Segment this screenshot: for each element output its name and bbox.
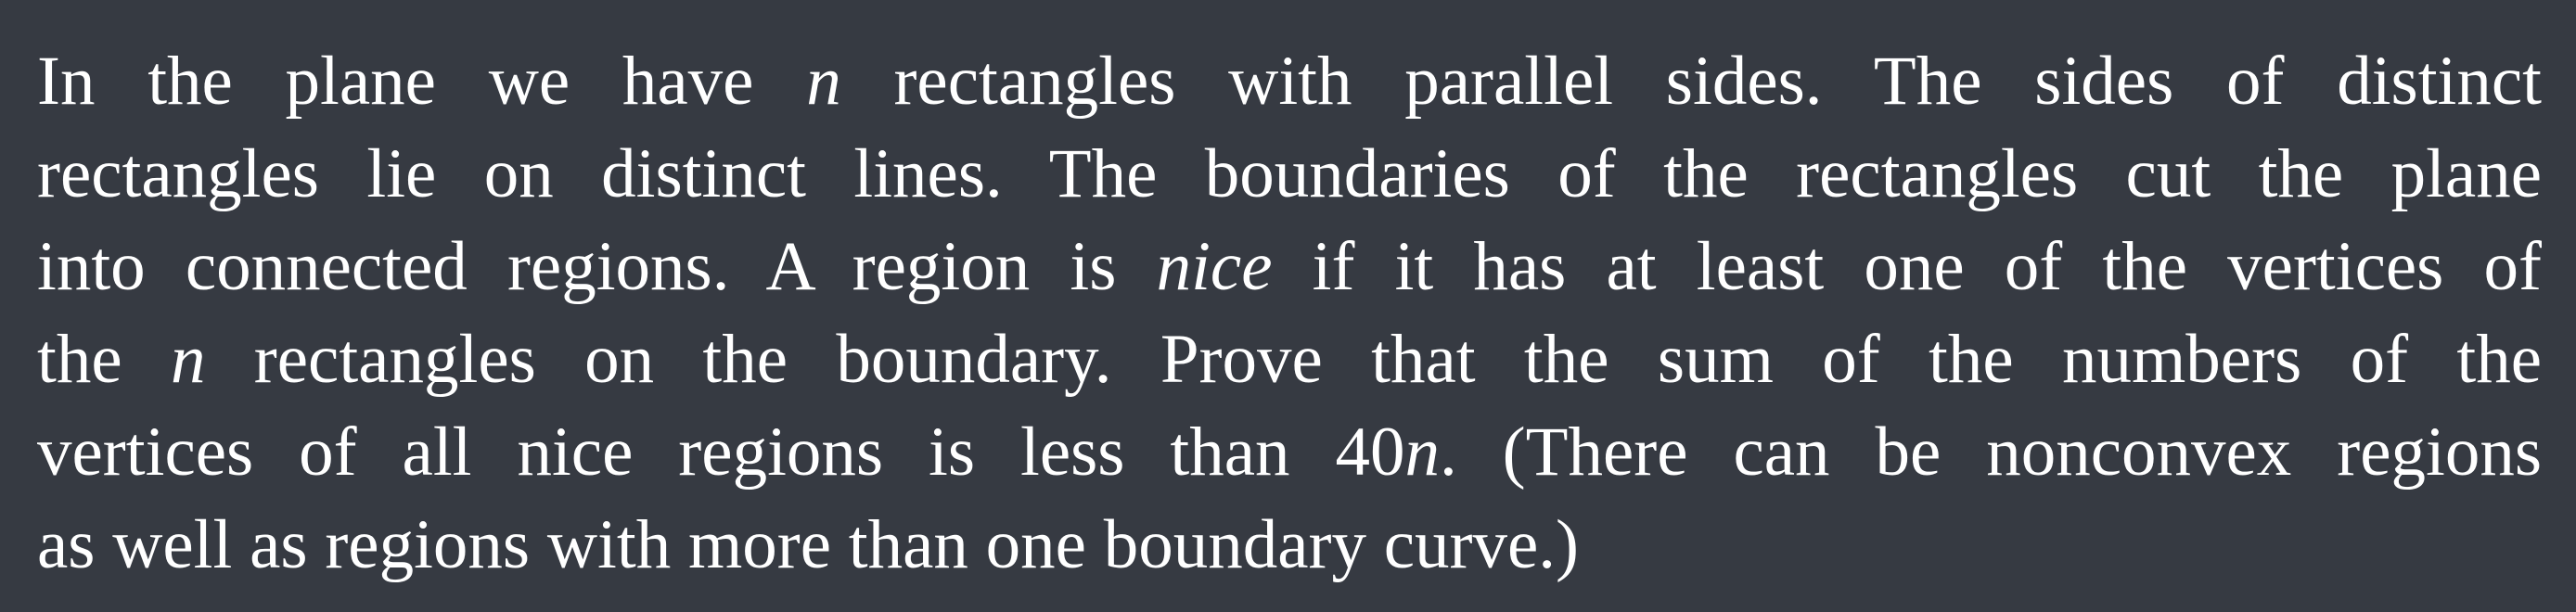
statement-text: into connected regions. A region is [37,228,1117,305]
statement-line-1: In the plane we have n rectangles with p… [37,35,2542,128]
statement-text: as well as regions with more than one bo… [37,506,1580,583]
statement-text: if it has at least one of the vertices o… [1312,228,2542,305]
statement-text: rectangles with parallel sides. The side… [893,43,2543,120]
statement-text: the [37,321,122,398]
math-variable-n: n [170,321,206,398]
statement-text: rectangles lie on distinct lines. The bo… [37,135,2542,212]
statement-line-3: into connected regions. A region is nice… [37,221,2542,313]
statement-text: rectangles on the boundary. Prove that t… [253,321,2543,398]
math-variable-n: n [806,43,841,120]
statement-text: In the plane we have [37,43,754,120]
statement-line-5: vertices of all nice regions is less tha… [37,406,2542,499]
statement-text: . (There can be nonconvex regions [1440,414,2543,491]
statement-line-6: as well as regions with more than one bo… [37,499,2542,592]
statement-text: vertices of all nice regions is less tha… [37,414,1405,491]
emphasized-term-nice: nice [1156,228,1273,305]
statement-line-4: the n rectangles on the boundary. Prove … [37,313,2542,406]
statement-line-2: rectangles lie on distinct lines. The bo… [37,128,2542,221]
math-variable-n: n [1404,414,1441,491]
problem-statement: In the plane we have n rectangles with p… [37,19,2542,593]
